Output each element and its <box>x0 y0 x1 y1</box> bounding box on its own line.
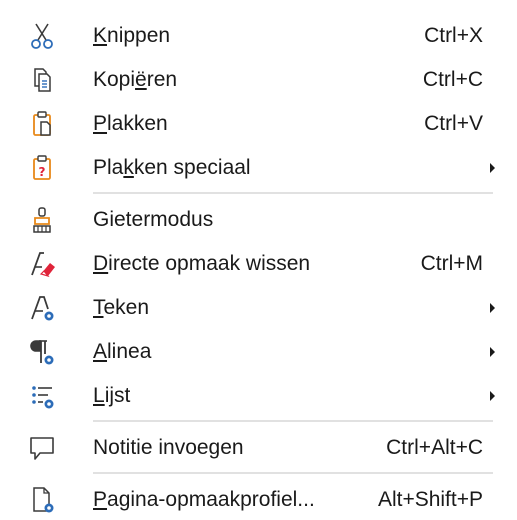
menu-item-label: Plakken <box>93 112 168 135</box>
menu-item-label: Plakken speciaal <box>93 156 251 179</box>
list-settings-icon <box>26 380 58 412</box>
menu-item-list[interactable]: Lijst <box>0 376 517 416</box>
menu-item-shortcut: Ctrl+C <box>422 68 483 91</box>
page-style-icon <box>26 484 58 516</box>
menu-item-shortcut: Alt+Shift+P <box>377 488 483 511</box>
menu-item-paragraph[interactable]: Alinea <box>0 332 517 372</box>
paragraph-settings-icon <box>26 336 58 368</box>
menu-item-label: Gietermodus <box>93 208 214 231</box>
menu-item-clear-direct-formatting[interactable]: Directe opmaak wissen Ctrl+M <box>0 244 517 284</box>
submenu-arrow-icon <box>490 303 495 313</box>
comment-icon <box>26 432 58 464</box>
menu-item-page-style[interactable]: Pagina-opmaakprofiel... Alt+Shift+P <box>0 480 517 520</box>
menu-item-cut[interactable]: Knippen Ctrl+X <box>0 16 517 56</box>
menu-item-shortcut: Ctrl+X <box>424 24 483 47</box>
menu-separator <box>93 472 493 474</box>
menu-item-label: Knippen <box>93 24 171 47</box>
menu-item-paste[interactable]: Plakken Ctrl+V <box>0 104 517 144</box>
paste-special-icon: ? <box>26 152 58 184</box>
svg-text:?: ? <box>39 165 46 179</box>
submenu-arrow-icon <box>490 163 495 173</box>
scissors-icon <box>26 20 58 52</box>
menu-item-label: Notitie invoegen <box>93 436 244 459</box>
menu-item-paste-special[interactable]: ? Plakken speciaal <box>0 148 517 188</box>
clear-formatting-icon <box>26 248 58 280</box>
menu-item-shortcut: Ctrl+V <box>424 112 483 135</box>
menu-separator <box>93 192 493 194</box>
menu-item-label: Pagina-opmaakprofiel... <box>93 488 315 511</box>
paintbrush-icon <box>26 204 58 236</box>
menu-item-copy[interactable]: Kopiëren Ctrl+C <box>0 60 517 100</box>
menu-item-label: Lijst <box>93 384 131 407</box>
menu-item-shortcut: Ctrl+Alt+C <box>386 436 483 459</box>
menu-item-label: Directe opmaak wissen <box>93 252 311 275</box>
submenu-arrow-icon <box>490 347 495 357</box>
menu-item-clone-formatting[interactable]: Gietermodus <box>0 200 517 240</box>
menu-item-label: Kopiëren <box>93 68 178 91</box>
menu-item-character[interactable]: Teken <box>0 288 517 328</box>
menu-item-insert-comment[interactable]: Notitie invoegen Ctrl+Alt+C <box>0 428 517 468</box>
context-menu: Knippen Ctrl+X Kopiëren Ctrl+C Plakken C <box>0 0 517 517</box>
menu-separator <box>93 420 493 422</box>
paste-icon <box>26 108 58 140</box>
menu-item-label: Teken <box>93 296 150 319</box>
menu-item-shortcut: Ctrl+M <box>420 252 483 275</box>
character-settings-icon <box>26 292 58 324</box>
copy-icon <box>26 64 58 96</box>
submenu-arrow-icon <box>490 391 495 401</box>
menu-item-label: Alinea <box>93 340 152 363</box>
